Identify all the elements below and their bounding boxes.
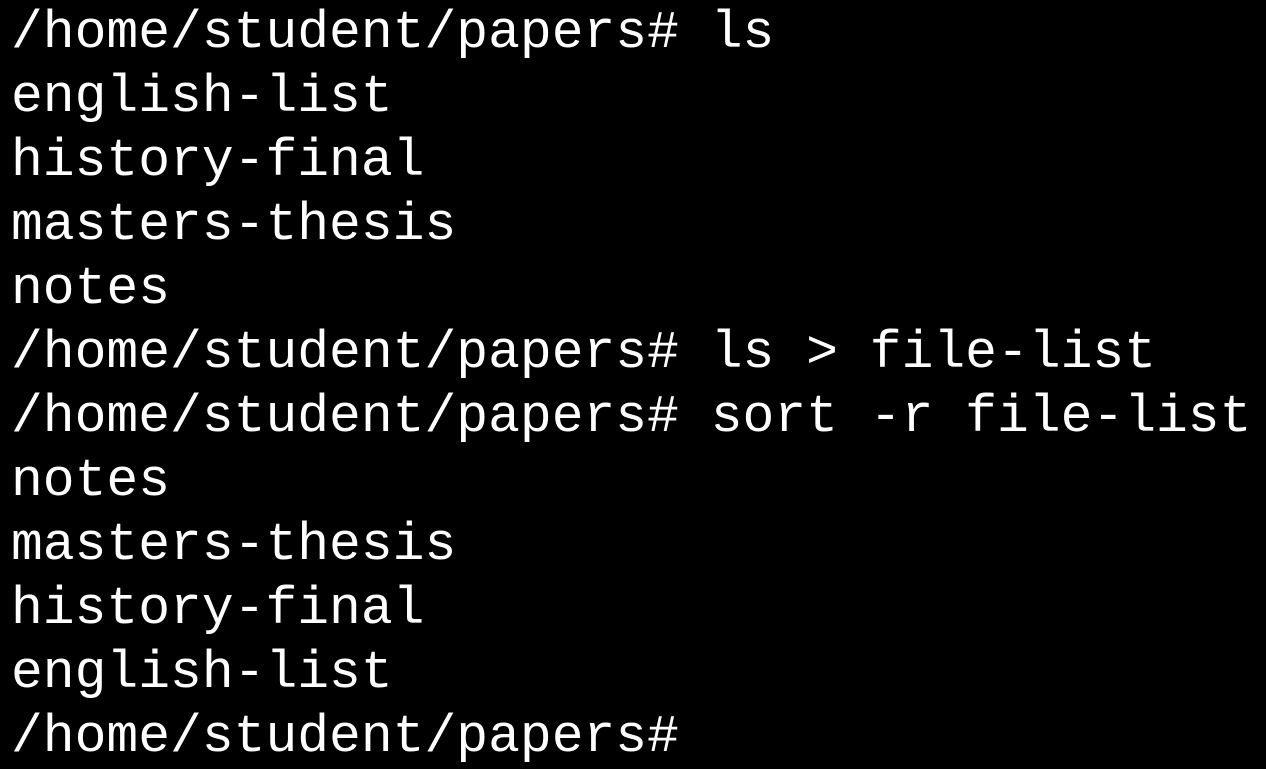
terminal-output-line: history-final [11,131,425,191]
shell-prompt: /home/student/papers# [11,3,679,63]
shell-prompt: /home/student/papers# [11,707,679,767]
terminal-command-line: /home/student/papers# ls > file-list [11,321,1266,385]
terminal-output-line: history-final [11,579,425,639]
shell-prompt: /home/student/papers# [11,387,679,447]
terminal-command-line: /home/student/papers# ls [11,1,1266,65]
command-text: ls > file-list [710,323,1157,383]
terminal-window[interactable]: /home/student/papers# ls english-list hi… [0,1,1266,767]
command-text: sort -r file-list [710,387,1252,447]
terminal-output-line: english-list [11,643,393,703]
terminal-input-line[interactable]: /home/student/papers# [11,705,1266,769]
terminal-output-line: masters-thesis [11,195,457,255]
terminal-output-line: english-list [11,67,393,127]
command-text: ls [710,3,775,63]
shell-prompt: /home/student/papers# [11,323,679,383]
terminal-output-line: notes [11,451,171,511]
terminal-command-line: /home/student/papers# sort -r file-list [11,385,1266,449]
terminal-output-line: notes [11,259,171,319]
terminal-output-line: masters-thesis [11,515,457,575]
